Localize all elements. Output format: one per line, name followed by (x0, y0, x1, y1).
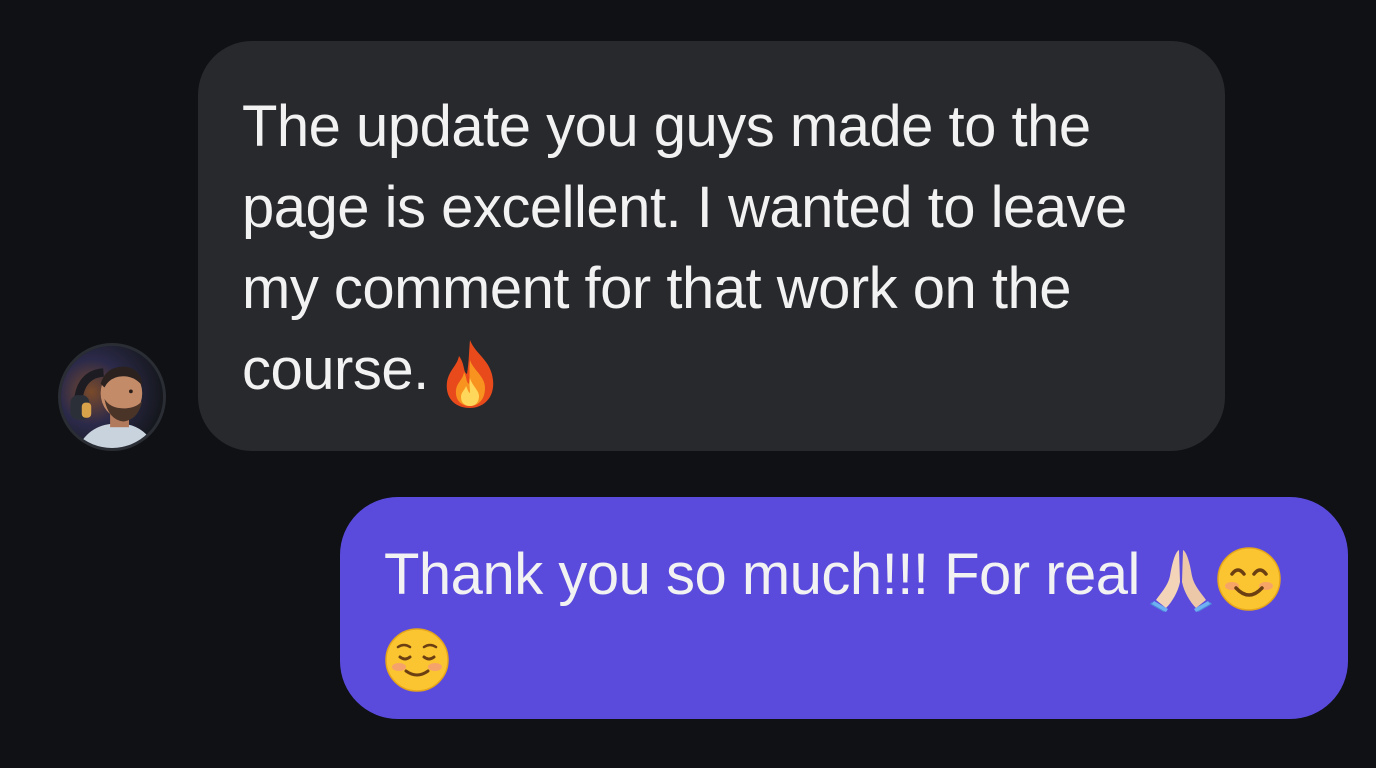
fire-emoji-icon (439, 338, 501, 410)
message-line-text: course. (242, 337, 429, 402)
outgoing-message-bubble[interactable]: Thank you so much!!! For real (340, 497, 1348, 719)
message-line: The update you guys made to the (242, 94, 1091, 159)
incoming-message-bubble[interactable]: The update you guys made to the page is … (198, 41, 1225, 451)
smiling-face-icon (384, 627, 450, 693)
smiling-face-with-smiling-eyes-icon (1216, 546, 1282, 612)
folded-hands-icon (1149, 546, 1212, 612)
message-line: page is excellent. I wanted to leave (242, 175, 1127, 240)
message-line-last: course. (242, 329, 1185, 410)
avatar-portrait-icon (61, 346, 163, 448)
reply-line: Thank you so much!!! For real (384, 534, 1308, 615)
sender-avatar[interactable] (58, 343, 166, 451)
chat-thread: The update you guys made to the page is … (0, 0, 1376, 768)
reply-text: Thank you so much!!! For real (384, 542, 1140, 607)
message-line: my comment for that work on the (242, 256, 1072, 321)
reply-line (384, 615, 1308, 696)
